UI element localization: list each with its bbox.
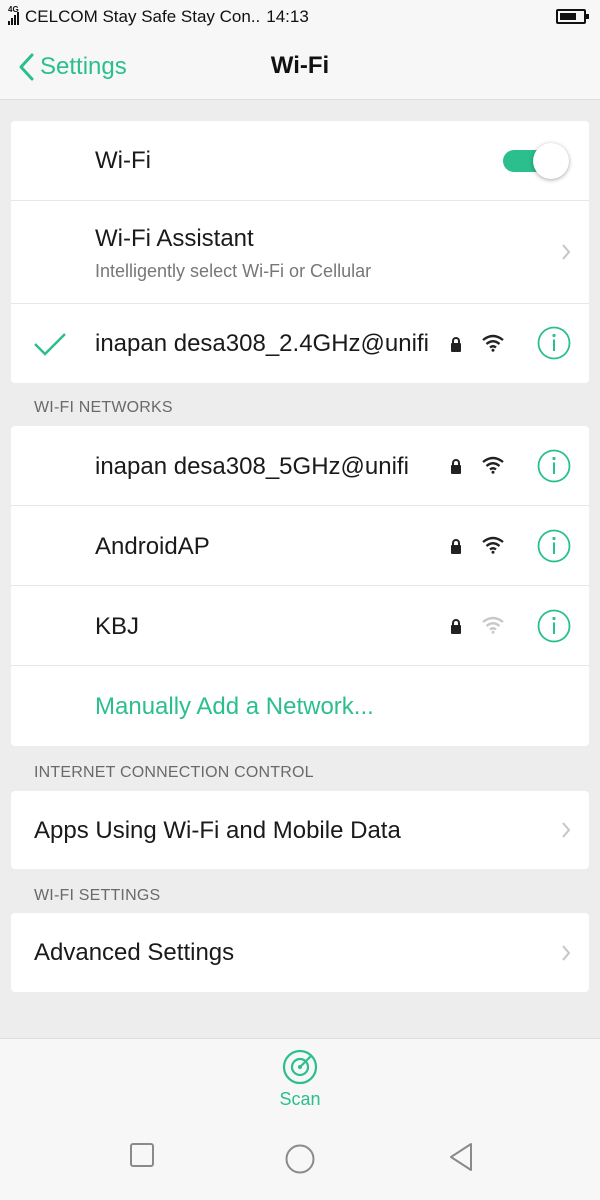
battery-icon xyxy=(556,9,589,24)
scan-button[interactable]: Scan xyxy=(260,1049,340,1117)
wifi-signal-icon xyxy=(482,536,504,554)
info-icon[interactable] xyxy=(537,529,571,563)
cell-signal-icon: 4G xyxy=(8,5,19,25)
network-name: inapan desa308_5GHz@unifi xyxy=(95,453,409,480)
network-name: KBJ xyxy=(95,613,140,640)
carrier-text: CELCOM Stay Safe Stay Con.. xyxy=(25,7,261,26)
add-network-row[interactable]: Manually Add a Network... xyxy=(11,666,589,746)
advanced-settings-row[interactable]: Advanced Settings xyxy=(11,913,589,992)
scan-icon xyxy=(282,1049,318,1085)
lock-icon xyxy=(451,539,461,554)
info-icon[interactable] xyxy=(537,609,571,643)
network-name: AndroidAP xyxy=(95,533,210,560)
chevron-right-icon xyxy=(562,822,571,838)
section-header-wifi-networks: WI-FI NETWORKS xyxy=(34,399,173,416)
info-icon[interactable] xyxy=(537,326,571,360)
triangle-back-icon[interactable] xyxy=(448,1142,474,1172)
wifi-toggle[interactable] xyxy=(503,143,569,179)
scan-label: Scan xyxy=(279,1089,321,1109)
lock-icon xyxy=(451,459,461,474)
scan-bar: Scan xyxy=(0,1038,600,1120)
settings-card: Advanced Settings xyxy=(11,913,589,992)
connected-network-name: inapan desa308_2.4GHz@unifi xyxy=(95,330,429,357)
connected-network-row[interactable]: inapan desa308_2.4GHz@unifi xyxy=(11,304,589,383)
apps-wifi-data-label: Apps Using Wi-Fi and Mobile Data xyxy=(34,817,401,844)
system-nav-bar xyxy=(0,1120,600,1200)
network-type-label: 4G xyxy=(8,5,19,14)
network-row[interactable]: inapan desa308_5GHz@unifi xyxy=(11,426,589,506)
wifi-assistant-row[interactable]: Wi-Fi Assistant Intelligently select Wi-… xyxy=(11,201,589,304)
lock-icon xyxy=(451,337,461,352)
nav-header: Settings Wi-Fi xyxy=(0,34,600,100)
status-bar: 4G CELCOM Stay Safe Stay Con.. 14:13 xyxy=(0,0,600,34)
wifi-signal-weak-icon xyxy=(482,616,504,634)
page-title: Wi-Fi xyxy=(270,52,330,79)
wifi-toggle-row[interactable]: Wi-Fi xyxy=(11,121,589,201)
lock-icon xyxy=(451,619,461,634)
add-network-link[interactable]: Manually Add a Network... xyxy=(95,693,374,721)
check-icon xyxy=(34,333,66,356)
wifi-assistant-label: Wi-Fi Assistant xyxy=(95,225,254,252)
network-row[interactable]: AndroidAP xyxy=(11,506,589,586)
clock: 14:13 xyxy=(266,7,309,26)
wifi-assistant-sublabel: Intelligently select Wi-Fi or Cellular xyxy=(95,261,372,281)
circle-icon[interactable] xyxy=(285,1144,315,1174)
square-icon[interactable] xyxy=(129,1142,155,1168)
section-header-internet-control: INTERNET CONNECTION CONTROL xyxy=(34,764,314,781)
chevron-right-icon xyxy=(562,945,571,961)
section-header-wifi-settings: WI-FI SETTINGS xyxy=(34,887,161,904)
wifi-signal-icon xyxy=(482,334,504,352)
networks-card: inapan desa308_5GHz@unifi AndroidAP KBJ … xyxy=(11,426,589,746)
wifi-label: Wi-Fi xyxy=(95,147,151,174)
apps-wifi-data-row[interactable]: Apps Using Wi-Fi and Mobile Data xyxy=(11,791,589,869)
info-icon[interactable] xyxy=(537,449,571,483)
wifi-signal-icon xyxy=(482,456,504,474)
advanced-settings-label: Advanced Settings xyxy=(34,939,235,966)
internet-card: Apps Using Wi-Fi and Mobile Data xyxy=(11,791,589,869)
network-row[interactable]: KBJ xyxy=(11,586,589,666)
chevron-right-icon xyxy=(562,244,571,260)
wifi-card: Wi-Fi Wi-Fi Assistant Intelligently sele… xyxy=(11,121,589,383)
